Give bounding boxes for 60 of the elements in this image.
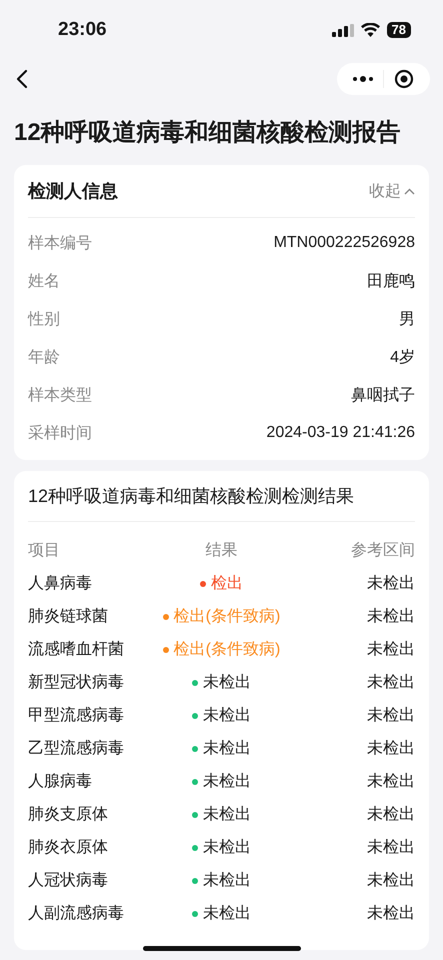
table-cell-text: 人鼻病毒 <box>28 574 93 594</box>
field-value: 2024-03-19 21:41:26 <box>266 424 415 442</box>
status-time: 23:06 <box>58 19 107 41</box>
result-text: 未检出 <box>202 904 251 924</box>
card-title: 12种呼吸道病毒和细菌核酸检测检测结果 <box>28 471 415 522</box>
table-cell-text: 未检出 <box>366 870 415 891</box>
more-icon <box>352 76 374 82</box>
field-label: 姓名 <box>28 272 60 292</box>
table-cell-text: 未检出 <box>366 706 415 726</box>
table-cell-text: 乙型流感病毒 <box>28 738 125 759</box>
result-text: 未检出 <box>202 804 251 825</box>
result-text: 未检出 <box>202 672 251 693</box>
battery-icon: 78 <box>386 22 411 38</box>
field-label: 样本类型 <box>28 386 92 406</box>
collapse-toggle[interactable]: 收起 <box>369 180 415 202</box>
table-cell-text: 流感嗜血杆菌 <box>28 640 125 660</box>
field-value: 4岁 <box>390 348 415 368</box>
chevron-icon <box>404 188 415 194</box>
table-cell-text: 未检出 <box>366 838 415 858</box>
result-text: 检出(条件致病) <box>174 640 280 660</box>
result-text: 检出 <box>210 574 243 594</box>
result-text: 未检出 <box>202 706 251 726</box>
page-title: 12种呼吸道病毒和细菌核酸检测报告 <box>14 118 402 148</box>
column-header: 结果 <box>204 540 238 561</box>
table-cell-text: 未检出 <box>366 574 415 594</box>
wifi-icon <box>360 23 380 37</box>
field-value: 男 <box>399 310 415 330</box>
field-label: 采样时间 <box>28 424 92 444</box>
column-header: 参考区间 <box>350 540 415 561</box>
table-cell-text: 肺炎链球菌 <box>28 606 109 627</box>
result-text: 未检出 <box>202 870 251 891</box>
table-cell-text: 肺炎支原体 <box>28 804 109 825</box>
table-cell-text: 肺炎衣原体 <box>28 838 109 858</box>
back-icon <box>16 69 28 89</box>
field-value: MTN000222526928 <box>274 234 415 252</box>
field-label: 样本编号 <box>28 234 92 254</box>
field-value: 田鹿鸣 <box>367 272 415 292</box>
table-cell-text: 未检出 <box>366 672 415 693</box>
table-cell-text: 未检出 <box>366 804 415 825</box>
table-cell-text: 未检出 <box>366 640 415 660</box>
result-text: 未检出 <box>202 772 251 792</box>
field-label: 性别 <box>28 310 60 330</box>
field-label: 年龄 <box>28 348 60 368</box>
table-cell-text: 人冠状病毒 <box>28 870 109 891</box>
table-cell-text: 人腺病毒 <box>28 772 93 792</box>
table-cell-text: 人副流感病毒 <box>28 904 125 924</box>
column-header: 项目 <box>28 541 61 561</box>
field-value: 鼻咽拭子 <box>351 386 415 406</box>
card-title: 检测人信息 <box>28 180 118 203</box>
table-cell-text: 未检出 <box>366 772 415 792</box>
table-cell-text: 甲型流感病毒 <box>28 706 125 726</box>
table-cell-text: 新型冠状病毒 <box>28 672 125 693</box>
result-text: 未检出 <box>202 838 251 858</box>
table-cell-text: 未检出 <box>366 904 415 924</box>
result-text: 未检出 <box>202 738 251 759</box>
table-cell-text: 未检出 <box>366 606 415 627</box>
signal-icon <box>332 24 354 36</box>
table-cell-text: 未检出 <box>366 738 415 759</box>
target-icon <box>394 69 414 89</box>
result-text: 检出(条件致病) <box>174 606 280 627</box>
